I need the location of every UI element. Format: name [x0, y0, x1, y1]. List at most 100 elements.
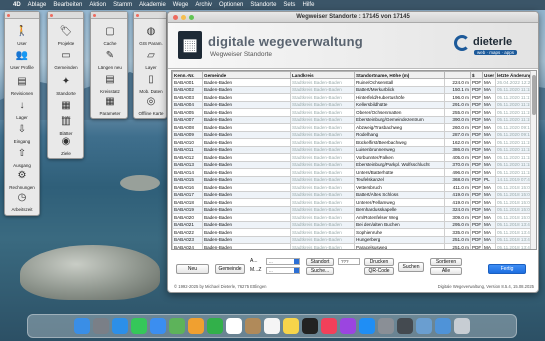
menu-item[interactable]: Optionen — [219, 2, 243, 8]
drucken-button[interactable]: Drucken — [364, 258, 394, 266]
sortieren-button[interactable]: Sortieren — [430, 258, 462, 266]
table-cell: 390.0 m — [444, 115, 471, 124]
column-header[interactable]: Standortname, Höhe (m) — [354, 71, 445, 79]
table-row[interactable]: BABA021 Baden-Baden Stadtkreis Baden-Baden… — [172, 220, 533, 229]
table-row[interactable]: BABA009 Baden-Baden Stadtkreis Baden-Baden… — [172, 130, 533, 139]
palette-titlebar[interactable] — [5, 12, 39, 19]
table-row[interactable]: BABA010 Baden-Baden Stadtkreis Baden-Baden… — [172, 138, 533, 147]
table-row[interactable]: BABA016 Baden-Baden Stadtkreis Baden-Baden… — [172, 183, 533, 192]
facetime-icon[interactable] — [207, 318, 223, 334]
offline-karte-button[interactable]: ◎ Offline Karte — [136, 92, 166, 122]
table-row[interactable]: BABA019 Baden-Baden Stadtkreis Baden-Baden… — [172, 205, 533, 214]
table-cell: 370.0 m — [444, 160, 471, 169]
tv-icon[interactable] — [302, 318, 318, 334]
menu-item[interactable]: Sets — [283, 2, 295, 8]
qr-code-button[interactable]: QR-Code — [364, 267, 394, 275]
column-header[interactable]: $ — [470, 71, 483, 79]
safari-icon[interactable] — [112, 318, 128, 334]
column-header[interactable]: letzte Änderung — [495, 71, 533, 79]
zoom-icon[interactable] — [189, 15, 194, 20]
table-row[interactable]: BABA023 Baden-Baden Stadtkreis Baden-Baden… — [172, 235, 533, 244]
preview-icon[interactable] — [416, 318, 432, 334]
table-row[interactable]: BABA020 Baden-Baden Stadtkreis Baden-Baden… — [172, 213, 533, 222]
table-row[interactable]: BABA017 Baden-Baden Stadtkreis Baden-Baden… — [172, 190, 533, 199]
menu-item[interactable]: Archiv — [195, 2, 212, 8]
column-header[interactable]: Landkreis — [290, 71, 355, 79]
column-header[interactable]: Kenn.-Nr. — [172, 71, 203, 79]
notes-icon[interactable] — [283, 318, 299, 334]
table-cell: 05.11.2020 11:17 — [495, 93, 533, 102]
reminders-icon[interactable] — [264, 318, 280, 334]
4d-icon[interactable] — [397, 318, 413, 334]
music-icon[interactable] — [321, 318, 337, 334]
table-cell: MA — [482, 168, 496, 177]
layer-icon: ▱ — [147, 50, 155, 61]
table-row[interactable]: BABA008 Baden-Baden Stadtkreis Baden-Baden… — [172, 123, 533, 132]
table-row[interactable]: BABA022 Baden-Baden Stadtkreis Baden-Baden… — [172, 228, 533, 237]
menu-item[interactable]: Stamm — [113, 2, 132, 8]
table-cell: 05.11.2020 11:19 — [495, 108, 533, 117]
menu-item[interactable]: Aktion — [89, 2, 106, 8]
table-row[interactable]: BABA003 Baden-Baden Stadtkreis Baden-Baden… — [172, 93, 533, 102]
vertical-scrollbar[interactable] — [530, 71, 536, 249]
table-row[interactable]: BABA001 Baden-Baden Stadtkreis Baden-Baden… — [172, 78, 533, 87]
app-menu[interactable]: 4D — [13, 2, 21, 8]
scrollbar-thumb[interactable] — [532, 75, 536, 115]
trash-icon[interactable] — [454, 318, 470, 334]
menu-item[interactable]: Akademie — [139, 2, 166, 8]
launchpad-icon[interactable] — [93, 318, 109, 334]
column-header[interactable]: Gemeinde — [202, 71, 291, 79]
table-row[interactable]: BABA013 Baden-Baden Stadtkreis Baden-Baden… — [172, 160, 533, 169]
palette-titlebar[interactable] — [134, 12, 166, 19]
finder-icon[interactable] — [74, 318, 90, 334]
neu-button[interactable]: Neu — [176, 264, 209, 274]
fertig-button[interactable]: Fertig — [488, 264, 526, 274]
contacts-icon[interactable] — [245, 318, 261, 334]
calendar-icon[interactable] — [226, 318, 242, 334]
rock — [120, 175, 160, 191]
table-row[interactable]: BABA014 Baden-Baden Stadtkreis Baden-Baden… — [172, 168, 533, 177]
gemeinde-button[interactable]: Gemeinde — [215, 264, 245, 274]
table-row[interactable]: BABA015 Baden-Baden Stadtkreis Baden-Baden… — [172, 175, 533, 184]
ziele-button[interactable]: ◉ Ziele — [51, 132, 81, 162]
mail-icon[interactable] — [150, 318, 166, 334]
query-field[interactable]: ??? — [338, 258, 360, 265]
menu-item[interactable]: Ablage — [28, 2, 47, 8]
settings-icon[interactable] — [378, 318, 394, 334]
appstore-icon[interactable] — [359, 318, 375, 334]
column-header[interactable]: User — [482, 71, 496, 79]
table-row[interactable]: BABA007 Baden-Baden Stadtkreis Baden-Baden… — [172, 115, 533, 124]
table-row[interactable]: BABA012 Baden-Baden Stadtkreis Baden-Baden… — [172, 153, 533, 162]
podcasts-icon[interactable] — [340, 318, 356, 334]
messages-icon[interactable] — [131, 318, 147, 334]
a-select[interactable]: ... — [266, 258, 300, 265]
folder-icon[interactable] — [435, 318, 451, 334]
table-row[interactable]: BABA005 Baden-Baden Stadtkreis Baden-Baden… — [172, 108, 533, 117]
table-row[interactable]: BABA024 Baden-Baden Stadtkreis Baden-Baden… — [172, 243, 533, 249]
menu-item[interactable]: Hilfe — [302, 2, 314, 8]
table-row[interactable]: BABA018 Baden-Baden Stadtkreis Baden-Baden… — [172, 198, 533, 207]
alle-button[interactable]: Alle — [430, 267, 462, 275]
table-row[interactable]: BABA011 Baden-Baden Stadtkreis Baden-Baden… — [172, 145, 533, 154]
suchen-button[interactable]: Suchen — [398, 262, 424, 272]
m-z-select[interactable]: ... — [266, 267, 300, 274]
maps-icon[interactable] — [169, 318, 185, 334]
menu-item[interactable]: Standorte — [250, 2, 276, 8]
window-titlebar[interactable]: Wegweiser Standorte : 17145 von 17145 — [168, 12, 538, 23]
menu-item[interactable]: Bearbeiten — [53, 2, 82, 8]
minimize-icon[interactable] — [181, 15, 186, 20]
arbeitszeit-button[interactable]: ◷ Arbeitszeit — [7, 188, 37, 218]
table-row[interactable]: BABA002 Baden-Baden Stadtkreis Baden-Baden… — [172, 85, 533, 94]
table-cell: BABA007 — [172, 115, 203, 124]
palette-titlebar[interactable] — [91, 12, 127, 19]
column-header[interactable] — [444, 71, 471, 79]
parameter-button[interactable]: ▦ Parameter — [95, 92, 125, 122]
table-row[interactable]: BABA004 Baden-Baden Stadtkreis Baden-Baden… — [172, 100, 533, 109]
menu-item[interactable]: Wege — [173, 2, 189, 8]
photos-icon[interactable] — [188, 318, 204, 334]
suche-button[interactable]: Suche... — [306, 267, 334, 275]
wegweiser-standorte-window: Wegweiser Standorte : 17145 von 17145 ▦ … — [167, 11, 539, 293]
standort-button[interactable]: Standort — [306, 258, 334, 266]
close-icon[interactable] — [173, 15, 178, 20]
palette-titlebar[interactable] — [48, 12, 83, 19]
